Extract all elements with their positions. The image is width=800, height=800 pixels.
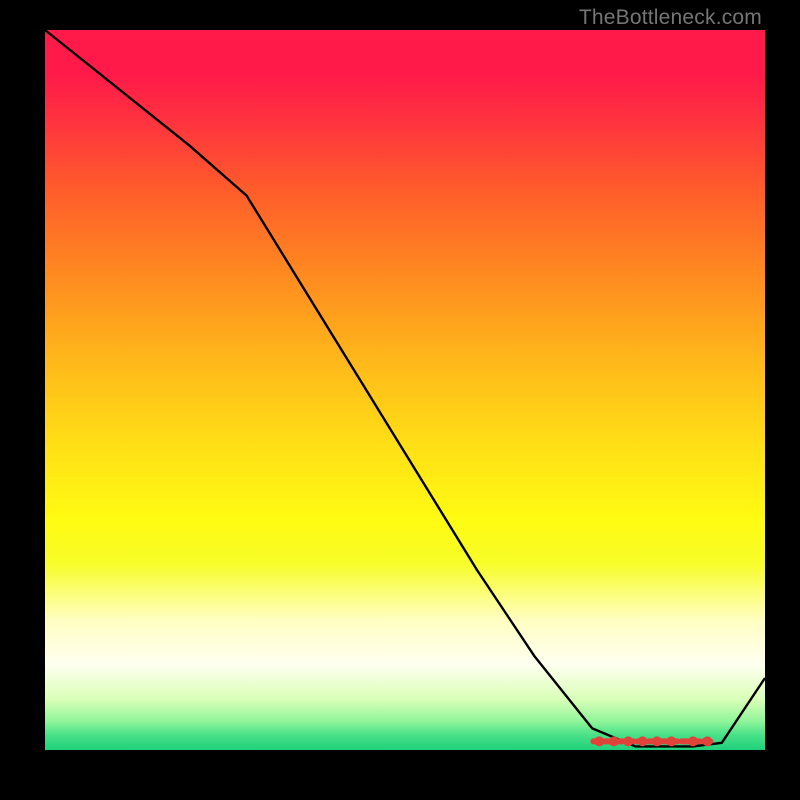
cluster-dot xyxy=(609,736,619,746)
cluster-dot xyxy=(702,736,712,746)
cluster-dot xyxy=(594,736,604,746)
chart-line xyxy=(45,30,765,746)
chart-svg-overlay xyxy=(0,0,800,800)
cluster-dot xyxy=(623,736,633,746)
cluster-dot xyxy=(652,736,662,746)
cluster-dot xyxy=(666,736,676,746)
cluster-dot xyxy=(688,736,698,746)
cluster-dot xyxy=(638,736,648,746)
chart-container: TheBottleneck.com xyxy=(0,0,800,800)
